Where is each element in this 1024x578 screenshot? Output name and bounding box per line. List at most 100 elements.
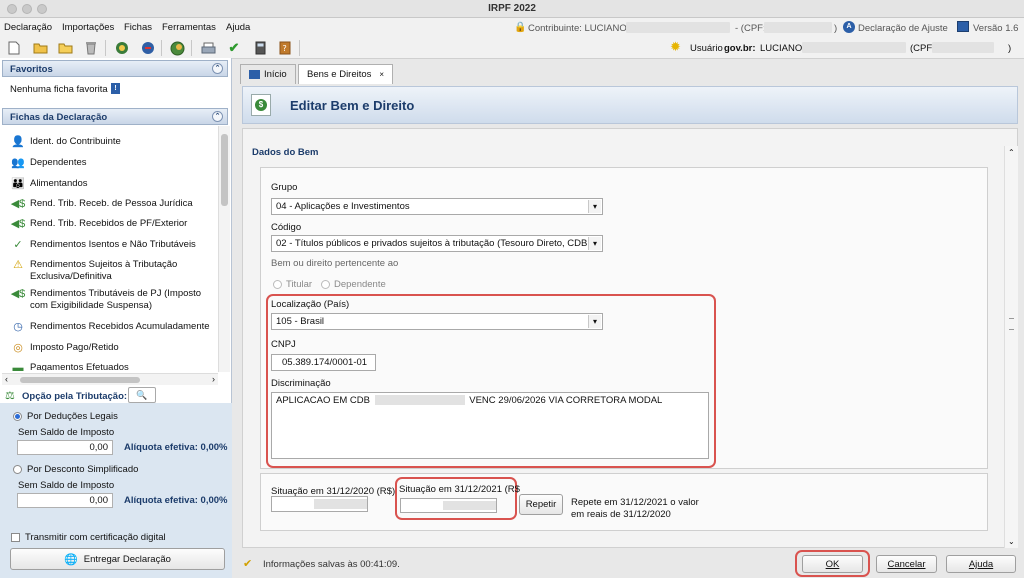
titular-radio[interactable] bbox=[273, 280, 282, 289]
globe-icon: 🌐 bbox=[64, 553, 78, 566]
menu-importacoes[interactable]: Importações bbox=[62, 22, 114, 33]
simplificado-value: 0,00 bbox=[17, 493, 113, 508]
dependente-radio[interactable] bbox=[321, 280, 330, 289]
certificado-checkbox[interactable] bbox=[11, 533, 20, 542]
scales-icon: ⚖ bbox=[5, 390, 15, 402]
sidebar-item-imposto-pago[interactable]: ◎ Imposto Pago/Retido bbox=[10, 342, 220, 354]
tributacao-panel: ⚖ Opção pela Tributação: 🔍 Por Deduções … bbox=[0, 387, 232, 578]
declaracao-type-icon: A bbox=[843, 21, 855, 33]
grupo-label: Grupo bbox=[271, 182, 298, 193]
titular-label: Titular bbox=[286, 279, 313, 290]
localizacao-select[interactable]: 105 - Brasil ▾ bbox=[271, 313, 603, 330]
situacao-2021-redacted bbox=[443, 501, 496, 510]
sidebar-item-alimentandos[interactable]: 👪 Alimentandos bbox=[10, 178, 220, 190]
person-icon: 👤 bbox=[11, 136, 25, 148]
usuario-cpf-label: (CPF bbox=[910, 43, 933, 54]
lock-icon: 🔒 bbox=[514, 22, 527, 33]
chevron-down-icon[interactable]: ⌄ bbox=[1008, 537, 1015, 546]
print-icon[interactable] bbox=[199, 39, 217, 57]
menu-ajuda[interactable]: Ajuda bbox=[226, 22, 250, 33]
contribuinte-name-redacted bbox=[626, 22, 730, 33]
cpf-redacted bbox=[764, 22, 832, 33]
receive-icon[interactable] bbox=[139, 39, 157, 57]
sidebar-item-rend-pf[interactable]: ◀$ Rend. Trib. Recebidos de PF/Exterior bbox=[10, 218, 220, 230]
trash-icon[interactable] bbox=[82, 39, 100, 57]
sidebar-item-dependentes[interactable]: 👥 Dependentes bbox=[10, 157, 220, 169]
check-icon[interactable]: ✔ bbox=[225, 39, 243, 57]
favoritos-title: Favoritos bbox=[10, 64, 53, 75]
cpf-close: ) bbox=[834, 23, 838, 34]
codigo-select[interactable]: 02 - Títulos públicos e privados sujeito… bbox=[271, 235, 603, 252]
sidebar-item-isentos[interactable]: ✓ Rendimentos Isentos e Não Tributáveis bbox=[10, 239, 220, 251]
menu-ferramentas[interactable]: Ferramentas bbox=[162, 22, 216, 33]
contribuinte-label: Contribuinte: LUCIANO bbox=[528, 23, 627, 34]
menu-fichas[interactable]: Fichas bbox=[124, 22, 152, 33]
scroll-thumb[interactable] bbox=[1009, 318, 1014, 330]
situacao-2021-input[interactable] bbox=[400, 498, 497, 513]
status-bar: ✔ Informações salvas às 00:41:09. OK Can… bbox=[236, 550, 1024, 578]
sidebar-item-exigibilidade[interactable]: ◀$ Rendimentos Tributáveis de PJ (Imposto… bbox=[10, 288, 220, 312]
dados-bem-box: Grupo 04 - Aplicações e Investimentos ▾ … bbox=[260, 167, 988, 469]
clock-money-icon: ◷ bbox=[13, 321, 23, 333]
fichas-horizontal-scrollbar[interactable]: ‹ › bbox=[2, 373, 218, 385]
folder-icon[interactable] bbox=[56, 39, 74, 57]
money-check-icon: ✓ bbox=[13, 239, 23, 251]
deducoes-aliquota: Alíquota efetiva: 0,00% bbox=[124, 442, 228, 453]
certificado-label: Transmitir com certificação digital bbox=[25, 532, 166, 543]
toolbar-separator bbox=[105, 40, 106, 56]
sidebar-item-exclusiva[interactable]: ⚠ Rendimentos Sujeitos à Tributação Exclu… bbox=[10, 259, 220, 283]
simplificado-radio[interactable] bbox=[13, 465, 22, 474]
sidebar-item-ident-contribuinte[interactable]: 👤 Ident. do Contribuinte bbox=[10, 136, 220, 148]
new-file-icon[interactable] bbox=[5, 39, 23, 57]
toolbar-separator bbox=[191, 40, 192, 56]
tabs-row: Início Bens e Direitos × bbox=[236, 62, 1024, 84]
situacao-2020-input[interactable] bbox=[271, 496, 368, 512]
situacao-2021-label: Situação em 31/12/2021 (R$ bbox=[399, 484, 520, 495]
cancel-button[interactable]: Cancelar bbox=[876, 555, 937, 573]
sidebar-item-rend-pj[interactable]: ◀$ Rend. Trib. Receb. de Pessoa Jurídica bbox=[10, 198, 220, 210]
money-arrow-icon: ◀$ bbox=[10, 288, 26, 300]
book-icon[interactable]: ? bbox=[276, 39, 294, 57]
collapse-icon[interactable]: ⌃ bbox=[212, 63, 223, 74]
chevron-down-icon: ▾ bbox=[588, 200, 601, 213]
collapse-icon[interactable]: ⌃ bbox=[212, 111, 223, 122]
fichas-vertical-scrollbar[interactable] bbox=[218, 126, 230, 372]
versao-label: Versão 1.6 bbox=[973, 23, 1019, 34]
entregar-declaracao-button[interactable]: 🌐 Entregar Declaração bbox=[10, 548, 225, 570]
favoritos-empty-text: Nenhuma ficha favorita bbox=[10, 84, 108, 95]
saved-check-icon: ✔ bbox=[243, 558, 253, 570]
usuario-cpf-close: ) bbox=[1008, 43, 1012, 54]
cnpj-input[interactable]: 05.389.174/0001-01 bbox=[271, 354, 376, 371]
deducoes-radio[interactable] bbox=[13, 412, 22, 421]
tab-bens-direitos[interactable]: Bens e Direitos × bbox=[298, 64, 394, 84]
open-folder-icon[interactable] bbox=[31, 39, 49, 57]
search-button[interactable]: 🔍 bbox=[128, 387, 156, 403]
info-icon: ! bbox=[111, 83, 120, 94]
sidebar-item-acumuladamente[interactable]: ◷ Rendimentos Recebidos Acumuladamente bbox=[10, 321, 220, 333]
favoritos-header[interactable]: Favoritos ⌃ bbox=[2, 60, 228, 77]
menu-declaracao[interactable]: Declaração bbox=[4, 22, 52, 33]
money-document-icon: $ bbox=[251, 94, 271, 116]
transmit-icon[interactable] bbox=[113, 39, 131, 57]
deducoes-saldo-label: Sem Saldo de Imposto bbox=[18, 427, 115, 438]
chevron-up-icon[interactable]: ⌃ bbox=[1008, 148, 1015, 157]
toolbar-separator bbox=[161, 40, 162, 56]
sidebar-item-pagamentos[interactable]: ▬ Pagamentos Efetuados bbox=[10, 362, 220, 371]
svg-text:?: ? bbox=[283, 44, 287, 53]
window-title: IRPF 2022 bbox=[488, 3, 536, 14]
help-button[interactable]: Ajuda bbox=[946, 555, 1016, 573]
content-vertical-scrollbar[interactable]: ⌃ ⌄ bbox=[1004, 146, 1018, 548]
money-arrow-icon: ◀$ bbox=[10, 198, 26, 210]
repetir-button[interactable]: Repetir bbox=[519, 494, 563, 515]
tab-inicio[interactable]: Início bbox=[240, 64, 296, 84]
dependente-label: Dependente bbox=[334, 279, 386, 290]
grupo-select[interactable]: 04 - Aplicações e Investimentos ▾ bbox=[271, 198, 603, 215]
discriminacao-textarea[interactable]: APLICACAO EM CDB VENC 29/06/2026 VIA COR… bbox=[271, 392, 709, 459]
cpf-label: - (CPF: bbox=[735, 23, 766, 34]
situacao-box: Situação em 31/12/2020 (R$) Situação em … bbox=[260, 473, 988, 531]
globe-icon[interactable] bbox=[168, 39, 186, 57]
fichas-header[interactable]: Fichas da Declaração ⌃ bbox=[2, 108, 228, 125]
calculator-icon[interactable] bbox=[251, 39, 269, 57]
ok-button[interactable]: OK bbox=[802, 555, 863, 573]
close-icon[interactable]: × bbox=[379, 70, 384, 79]
